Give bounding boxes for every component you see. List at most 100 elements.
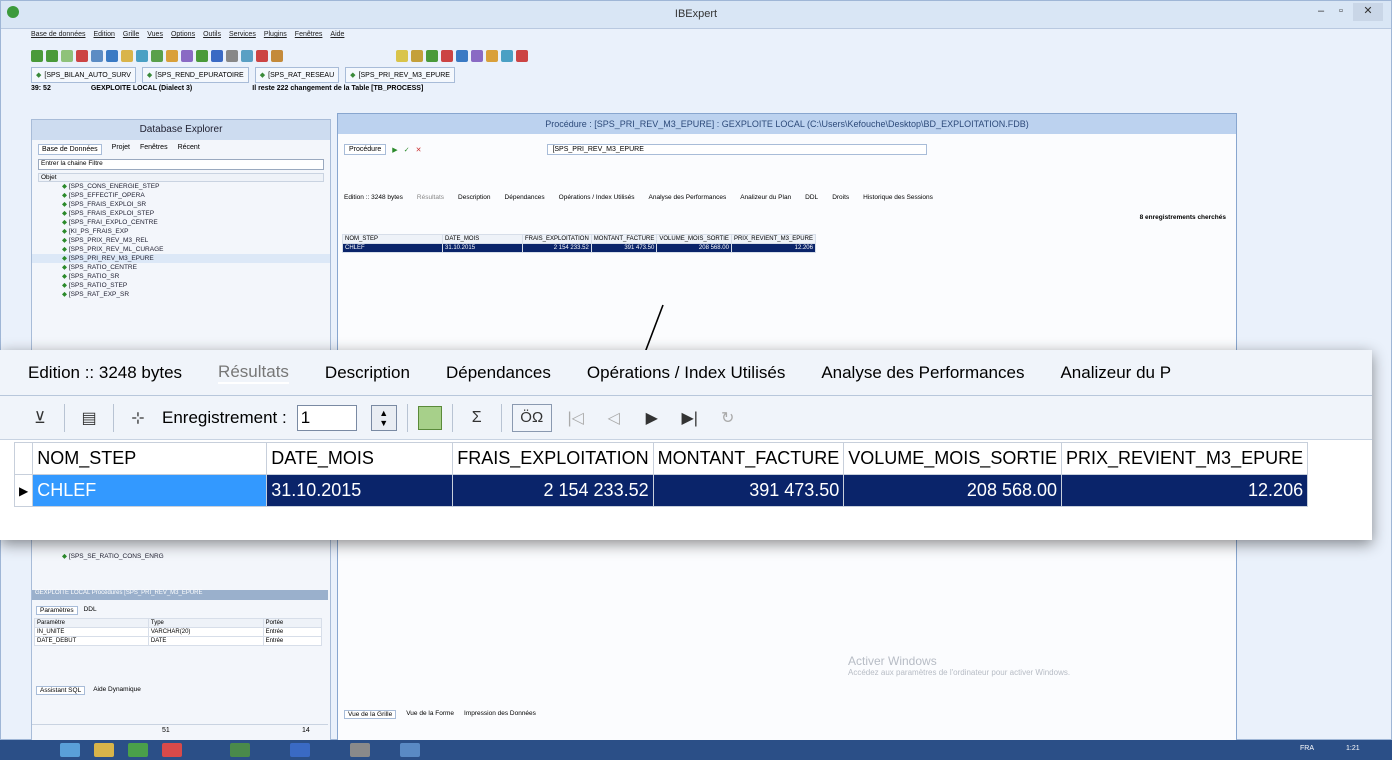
search-icon[interactable] bbox=[241, 50, 253, 62]
tab-droits[interactable]: Droits bbox=[832, 194, 849, 201]
tab-resultats[interactable]: Résultats bbox=[417, 194, 444, 201]
tree-item[interactable]: [KI_PS_FRAIS_EXP bbox=[32, 227, 330, 236]
check-icon[interactable] bbox=[61, 50, 73, 62]
procedure-menu-button[interactable]: Procédure bbox=[344, 144, 387, 155]
table-row[interactable]: IN_UNITE VARCHAR(20) Entrée bbox=[34, 627, 323, 637]
column-header[interactable]: NOM_STEP bbox=[342, 234, 443, 244]
procedure-name-field[interactable]: [SPS_PRI_REV_M3_EPURE bbox=[547, 144, 928, 155]
menu-item[interactable]: Services bbox=[229, 31, 256, 47]
unicode-icon[interactable]: ÖΩ bbox=[511, 403, 552, 432]
tree-item-selected[interactable]: [SPS_PRI_REV_M3_EPURE bbox=[32, 254, 330, 263]
print-icon[interactable] bbox=[226, 50, 238, 62]
maximize-icon[interactable]: ▫ bbox=[1331, 3, 1351, 21]
app-icon[interactable] bbox=[162, 743, 182, 757]
tab-description[interactable]: Description bbox=[325, 363, 410, 383]
trigger-icon[interactable] bbox=[166, 50, 178, 62]
tab-vue-forme[interactable]: Vue de la Forme bbox=[406, 710, 454, 719]
tab-projet[interactable]: Projet bbox=[112, 144, 130, 155]
browser-icon[interactable] bbox=[128, 743, 148, 757]
tab-assistant-sql[interactable]: Assistant SQL bbox=[36, 686, 86, 695]
tab-parametres[interactable]: Paramètres bbox=[36, 606, 78, 615]
start-icon[interactable] bbox=[60, 743, 80, 757]
tree-item[interactable]: [SPS_FRAIS_EXPLOI_SR bbox=[32, 200, 330, 209]
app-icon[interactable] bbox=[350, 743, 370, 757]
view-icon[interactable] bbox=[136, 50, 148, 62]
tree-item[interactable]: [SPS_PRIX_REV_ML_CURAGE bbox=[32, 245, 330, 254]
commit-icon[interactable]: ✓ bbox=[404, 146, 410, 154]
column-header[interactable]: NOM_STEP bbox=[32, 442, 268, 475]
tab-ddl[interactable]: DDL bbox=[805, 194, 818, 201]
table-row[interactable]: DATE_DEBUT DATE Entrée bbox=[34, 636, 323, 646]
column-header[interactable]: Portée bbox=[262, 618, 323, 628]
prev-record-icon[interactable]: ◁ bbox=[600, 404, 628, 432]
window-tab[interactable]: ◆ [SPS_BILAN_AUTO_SURV bbox=[31, 67, 136, 83]
menu-item[interactable]: Plugins bbox=[264, 31, 287, 47]
tab-resultats[interactable]: Résultats bbox=[218, 362, 289, 384]
tab-dependances[interactable]: Dépendances bbox=[446, 363, 551, 383]
tab-analizeur[interactable]: Analizeur du P bbox=[1060, 363, 1171, 383]
tree-item[interactable]: [SPS_RATIO_STEP bbox=[32, 281, 330, 290]
column-header[interactable]: DATE_MOIS bbox=[266, 442, 454, 475]
menu-item[interactable]: Aide bbox=[330, 31, 344, 47]
sum-icon[interactable]: Σ bbox=[463, 404, 491, 432]
refresh-icon[interactable] bbox=[91, 50, 103, 62]
tree-item[interactable]: [SPS_CONS_ENERGIE_STEP bbox=[32, 182, 330, 191]
tree-item[interactable]: [SPS_SE_RATIO_CONS_ENRG bbox=[32, 552, 312, 561]
tree-item[interactable]: [SPS_EFFECTIF_OPERA bbox=[32, 191, 330, 200]
procedure-icon[interactable] bbox=[151, 50, 163, 62]
add-filter-icon[interactable]: ⊹ bbox=[124, 404, 152, 432]
spin-down-icon[interactable]: ▼ bbox=[379, 418, 388, 428]
compile-icon[interactable]: ▶ bbox=[392, 146, 397, 154]
table-row[interactable]: ▶ CHLEF 31.10.2015 2 154 233.52 391 473.… bbox=[13, 474, 1309, 507]
tab-dependances[interactable]: Dépendances bbox=[505, 194, 545, 201]
db-icon-h[interactable] bbox=[501, 50, 513, 62]
app-icon[interactable] bbox=[230, 743, 250, 757]
record-spinner[interactable]: ▲ ▼ bbox=[370, 404, 397, 431]
tab-edition[interactable]: Edition :: 3248 bytes bbox=[28, 363, 182, 383]
explorer-icon[interactable] bbox=[94, 743, 114, 757]
window-tab[interactable]: ◆ [SPS_PRI_REV_M3_EPURE bbox=[345, 67, 455, 83]
db-icon-e[interactable] bbox=[456, 50, 468, 62]
column-header[interactable]: VOLUME_MOIS_SORTIE bbox=[656, 234, 732, 244]
tab-base-de-donnees[interactable]: Base de Données bbox=[38, 144, 102, 155]
grid-filter-icon[interactable]: ▤ bbox=[75, 404, 103, 432]
menu-item[interactable]: Base de données bbox=[31, 31, 86, 47]
column-header[interactable]: MONTANT_FACTURE bbox=[590, 234, 658, 244]
tab-ddl[interactable]: DDL bbox=[84, 606, 97, 615]
menu-item[interactable]: Fenêtres bbox=[295, 31, 323, 47]
tab-description[interactable]: Description bbox=[458, 194, 491, 201]
tab-historique[interactable]: Historique des Sessions bbox=[863, 194, 933, 201]
tree-item[interactable]: [SPS_RATIO_CENTRE bbox=[32, 263, 330, 272]
tab-impression[interactable]: Impression des Données bbox=[464, 710, 536, 719]
tree-item[interactable]: [SPS_RATIO_SR bbox=[32, 272, 330, 281]
tab-vue-grille[interactable]: Vue de la Grille bbox=[344, 710, 397, 719]
tab-fenetres[interactable]: Fenêtres bbox=[140, 144, 168, 155]
minimize-icon[interactable]: – bbox=[1311, 3, 1331, 21]
last-record-icon[interactable]: ▶| bbox=[676, 404, 704, 432]
tab-edition[interactable]: Edition :: 3248 bytes bbox=[344, 194, 403, 201]
menu-item[interactable]: Options bbox=[171, 31, 195, 47]
tab-aide-dynamique[interactable]: Aide Dynamique bbox=[93, 686, 141, 695]
connect-icon[interactable] bbox=[31, 50, 43, 62]
language-indicator[interactable]: FRA bbox=[1300, 745, 1314, 752]
column-header[interactable]: Type bbox=[147, 618, 264, 628]
window-tab[interactable]: ◆ [SPS_RAT_RESEAU bbox=[254, 67, 340, 83]
first-record-icon[interactable]: |◁ bbox=[562, 404, 590, 432]
tree-item[interactable]: [SPS_FRAIS_EXPLOI_STEP bbox=[32, 209, 330, 218]
close-icon[interactable]: ✕ bbox=[1353, 3, 1383, 21]
sql-editor-icon[interactable] bbox=[211, 50, 223, 62]
filter-icon[interactable]: ⊻ bbox=[26, 404, 54, 432]
db-icon-a[interactable] bbox=[396, 50, 408, 62]
db-icon-f[interactable] bbox=[471, 50, 483, 62]
column-header[interactable]: VOLUME_MOIS_SORTIE bbox=[843, 442, 1063, 475]
explorer-filter-input[interactable]: Entrer la chaine Filtre bbox=[38, 159, 324, 170]
column-header[interactable]: PRIX_REVIENT_M3_EPURE bbox=[730, 234, 816, 244]
db-icon-b[interactable] bbox=[411, 50, 423, 62]
column-header[interactable]: PRIX_REVIENT_M3_EPURE bbox=[1061, 442, 1309, 475]
export-icon[interactable] bbox=[271, 50, 283, 62]
refresh-icon[interactable]: ↻ bbox=[714, 404, 742, 432]
column-header[interactable]: MONTANT_FACTURE bbox=[652, 442, 845, 475]
menu-item[interactable]: Vues bbox=[147, 31, 163, 47]
disconnect-icon[interactable] bbox=[46, 50, 58, 62]
menu-item[interactable]: Edition bbox=[94, 31, 115, 47]
